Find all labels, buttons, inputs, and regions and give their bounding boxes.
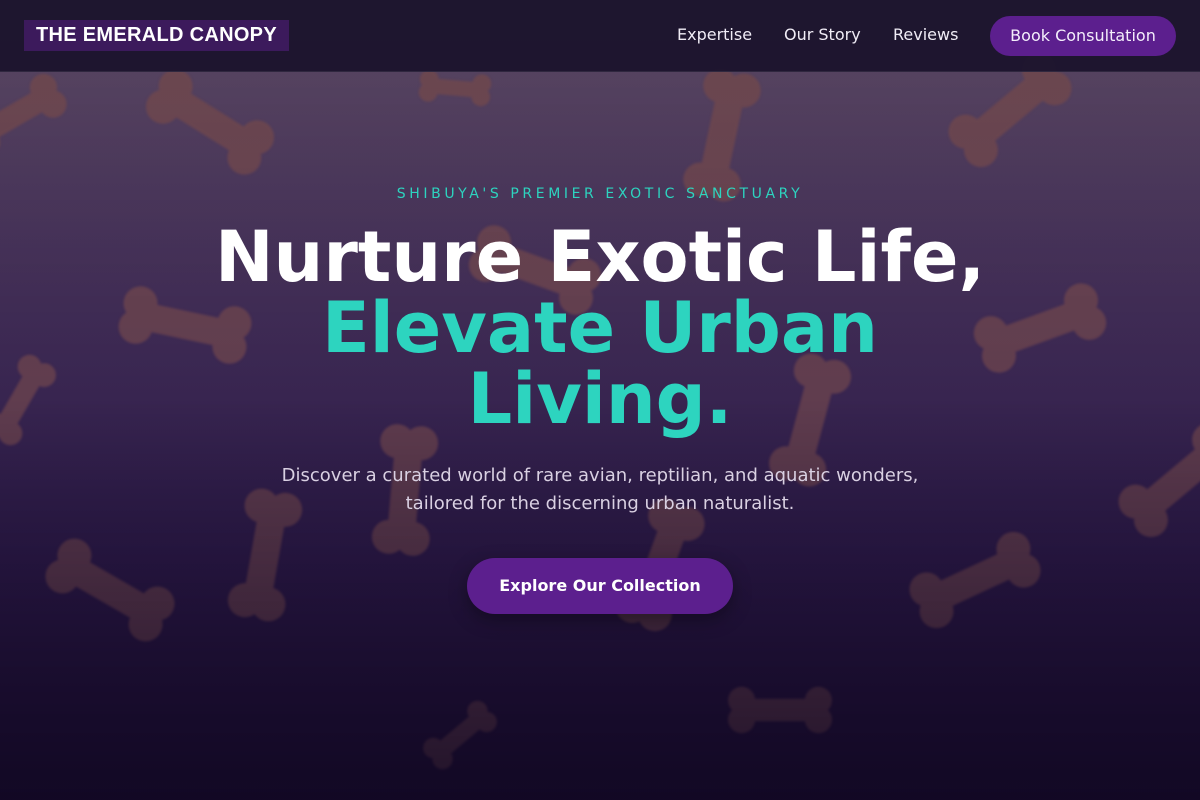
explore-collection-button[interactable]: Explore Our Collection — [467, 558, 733, 614]
book-consultation-button[interactable]: Book Consultation — [990, 16, 1176, 56]
hero-headline: Nurture Exotic Life, Elevate Urban Livin… — [100, 222, 1100, 435]
hero-subtext: Discover a curated world of rare avian, … — [281, 465, 919, 514]
headline-line-2: Elevate Urban — [321, 287, 878, 369]
nav-link-our-story[interactable]: Our Story — [784, 25, 861, 45]
nav-link-reviews[interactable]: Reviews — [893, 25, 958, 45]
top-navbar: THE EMERALD CANOPY Expertise Our Story R… — [0, 0, 1200, 72]
hero-eyebrow: SHIBUYA'S PREMIER EXOTIC SANCTUARY — [396, 186, 804, 202]
nav-link-expertise[interactable]: Expertise — [677, 25, 752, 45]
headline-line-1: Nurture Exotic Life, — [214, 216, 986, 298]
brand-logo[interactable]: THE EMERALD CANOPY — [24, 20, 289, 51]
headline-line-3: Living. — [467, 358, 733, 440]
